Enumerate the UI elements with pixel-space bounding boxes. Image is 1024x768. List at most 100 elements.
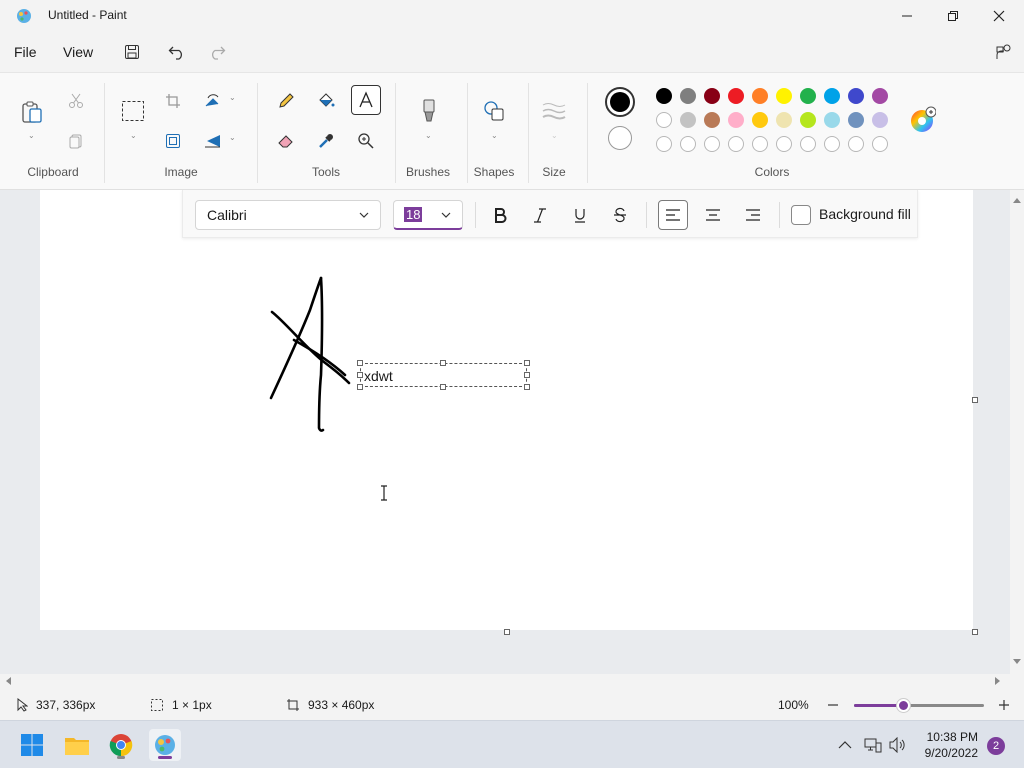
text-tool[interactable] bbox=[351, 85, 381, 115]
brushes-button[interactable] bbox=[415, 97, 443, 125]
undo-button[interactable] bbox=[163, 38, 191, 66]
rotate-dropdown-chevron-icon[interactable]: ⌄ bbox=[229, 93, 236, 102]
color-swatch[interactable] bbox=[680, 88, 696, 104]
color-swatch[interactable] bbox=[848, 112, 864, 128]
canvas-resize-handle-corner[interactable] bbox=[972, 629, 978, 635]
rotate-button[interactable] bbox=[199, 87, 227, 115]
color-swatch[interactable] bbox=[704, 88, 720, 104]
textbox-handle[interactable] bbox=[440, 384, 446, 390]
drawing-canvas[interactable]: xdwt Calibri 18 Background fill bbox=[40, 190, 973, 630]
primary-color-selector[interactable] bbox=[605, 87, 635, 117]
custom-color-slot[interactable] bbox=[872, 136, 888, 152]
textbox-handle[interactable] bbox=[524, 384, 530, 390]
custom-color-slot[interactable] bbox=[776, 136, 792, 152]
shapes-dropdown-chevron-icon[interactable]: ⌄ bbox=[491, 131, 498, 140]
image-resize-button[interactable] bbox=[159, 127, 187, 155]
custom-color-slot[interactable] bbox=[752, 136, 768, 152]
flip-button[interactable] bbox=[199, 127, 227, 155]
textbox-handle[interactable] bbox=[357, 372, 363, 378]
horizontal-scrollbar[interactable] bbox=[0, 674, 1010, 688]
align-center-button[interactable] bbox=[698, 200, 728, 230]
color-swatch[interactable] bbox=[824, 88, 840, 104]
textbox-handle[interactable] bbox=[524, 360, 530, 366]
menu-view[interactable]: View bbox=[61, 42, 95, 62]
font-size-dropdown[interactable]: 18 bbox=[393, 200, 463, 230]
start-button[interactable] bbox=[16, 729, 48, 761]
restore-button[interactable] bbox=[930, 0, 976, 32]
crop-button[interactable] bbox=[159, 87, 187, 115]
magnifier-tool[interactable] bbox=[352, 127, 380, 155]
color-swatch[interactable] bbox=[704, 112, 720, 128]
custom-color-slot[interactable] bbox=[656, 136, 672, 152]
color-swatch[interactable] bbox=[728, 88, 744, 104]
brushes-dropdown-chevron-icon[interactable]: ⌄ bbox=[425, 131, 432, 140]
cut-button[interactable] bbox=[62, 87, 90, 115]
share-button[interactable] bbox=[990, 38, 1018, 66]
color-swatch[interactable] bbox=[656, 112, 672, 128]
color-swatch[interactable] bbox=[872, 88, 888, 104]
color-swatch[interactable] bbox=[776, 88, 792, 104]
background-fill-checkbox[interactable] bbox=[791, 205, 811, 225]
color-swatch[interactable] bbox=[824, 112, 840, 128]
select-dropdown-chevron-icon[interactable]: ⌄ bbox=[130, 131, 137, 140]
align-right-button[interactable] bbox=[738, 200, 768, 230]
network-icon[interactable] bbox=[864, 737, 882, 753]
strikethrough-button[interactable] bbox=[605, 200, 635, 230]
redo-button[interactable] bbox=[203, 38, 231, 66]
paste-dropdown-chevron-icon[interactable]: ⌄ bbox=[28, 131, 35, 140]
chevron-up-icon[interactable] bbox=[838, 740, 852, 750]
color-swatch[interactable] bbox=[656, 88, 672, 104]
zoom-slider-thumb[interactable] bbox=[897, 699, 911, 712]
eraser-tool[interactable] bbox=[272, 127, 300, 155]
color-swatch[interactable] bbox=[776, 112, 792, 128]
file-explorer-button[interactable] bbox=[61, 729, 93, 761]
custom-color-slot[interactable] bbox=[800, 136, 816, 152]
underline-button[interactable] bbox=[565, 200, 595, 230]
paste-button[interactable] bbox=[17, 97, 47, 127]
color-picker-tool[interactable] bbox=[312, 127, 340, 155]
color-swatch[interactable] bbox=[728, 112, 744, 128]
color-swatch[interactable] bbox=[800, 88, 816, 104]
system-clock[interactable]: 10:38 PM 9/20/2022 bbox=[925, 729, 978, 761]
textbox-handle[interactable] bbox=[440, 360, 446, 366]
zoom-slider[interactable] bbox=[854, 699, 984, 712]
vertical-scrollbar[interactable] bbox=[1010, 190, 1024, 674]
select-button[interactable] bbox=[119, 97, 147, 125]
bold-button[interactable] bbox=[485, 200, 515, 230]
canvas-resize-handle-right[interactable] bbox=[972, 397, 978, 403]
zoom-out-icon[interactable] bbox=[827, 699, 839, 711]
custom-color-slot[interactable] bbox=[824, 136, 840, 152]
color-swatch[interactable] bbox=[872, 112, 888, 128]
edit-colors-button[interactable] bbox=[908, 105, 936, 133]
minimize-button[interactable] bbox=[884, 0, 930, 32]
copy-button[interactable] bbox=[62, 127, 90, 155]
italic-button[interactable] bbox=[525, 200, 555, 230]
secondary-color-selector[interactable] bbox=[608, 126, 632, 150]
color-swatch[interactable] bbox=[752, 88, 768, 104]
fill-tool[interactable] bbox=[312, 87, 340, 115]
custom-color-slot[interactable] bbox=[728, 136, 744, 152]
font-family-dropdown[interactable]: Calibri bbox=[195, 200, 381, 230]
textbox-handle[interactable] bbox=[357, 384, 363, 390]
color-swatch[interactable] bbox=[800, 112, 816, 128]
notification-badge[interactable]: 2 bbox=[987, 737, 1005, 755]
custom-color-slot[interactable] bbox=[680, 136, 696, 152]
color-swatch[interactable] bbox=[752, 112, 768, 128]
zoom-in-icon[interactable] bbox=[998, 699, 1010, 711]
align-left-button[interactable] bbox=[658, 200, 688, 230]
size-dropdown-chevron-icon[interactable]: ⌄ bbox=[551, 131, 558, 140]
volume-icon[interactable] bbox=[889, 737, 907, 753]
save-button[interactable] bbox=[118, 38, 146, 66]
custom-color-slot[interactable] bbox=[704, 136, 720, 152]
pencil-tool[interactable] bbox=[272, 87, 300, 115]
paint-taskbar-button[interactable] bbox=[149, 729, 181, 761]
canvas-resize-handle-bottom[interactable] bbox=[504, 629, 510, 635]
size-button[interactable] bbox=[540, 97, 568, 125]
color-swatch[interactable] bbox=[680, 112, 696, 128]
custom-color-slot[interactable] bbox=[848, 136, 864, 152]
flip-dropdown-chevron-icon[interactable]: ⌄ bbox=[229, 133, 236, 142]
textbox-handle[interactable] bbox=[524, 372, 530, 378]
textbox-handle[interactable] bbox=[357, 360, 363, 366]
menu-file[interactable]: File bbox=[12, 42, 39, 62]
color-swatch[interactable] bbox=[848, 88, 864, 104]
